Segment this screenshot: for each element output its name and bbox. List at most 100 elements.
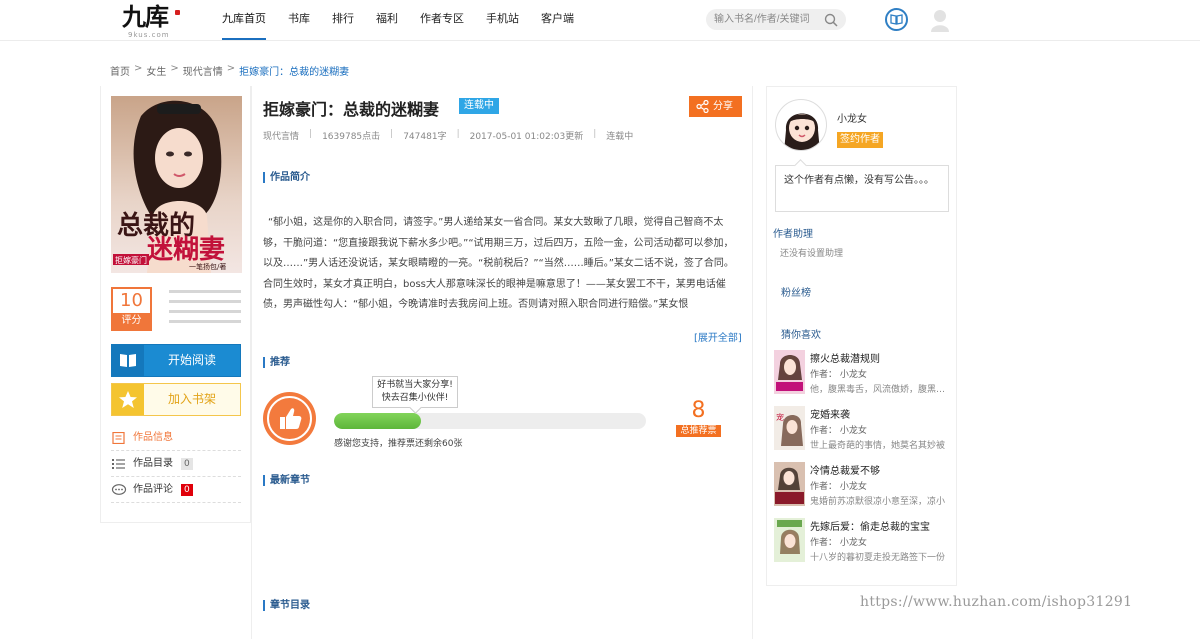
recommend-title[interactable]: 冷情总裁爱不够 [810,462,880,477]
recommend-vote-button[interactable] [263,392,316,445]
recommend-author: 作者： 小龙女 [810,482,867,492]
author-assistant-text: 还没有设置助理 [780,249,844,259]
thumbs-up-icon [280,408,302,429]
recommend-section-title: 推荐 [263,357,290,368]
user-avatar-icon[interactable] [930,8,950,32]
book-title: 拒嫁豪门：总裁的迷糊妻 [263,100,440,119]
recommend-desc: 十八岁的暮初夏走投无路签下一份 [810,553,946,563]
nav-welfare[interactable]: 福利 [376,0,398,40]
meta-separator: | [456,129,460,139]
list-icon [112,458,125,469]
list-item[interactable]: 冷情总裁爱不够 作者： 小龙女 鬼婚前苏凉默很凉小意至深，凉小 [774,462,954,518]
book-cover[interactable]: 总裁的 迷糊妻 拒嫁豪门 一笔扬包/著 [111,96,242,273]
author-portrait-icon [784,113,820,150]
recommend-title[interactable]: 宠婚来袭 [810,406,850,421]
meta-updated: 2017-05-01 01:02:03更新 [469,132,584,142]
recommend-desc: 世上最奇葩的事情，她莫名其妙被 [810,441,946,451]
add-to-shelf-label: 加入书架 [167,392,216,406]
fans-ranking-link[interactable]: 粉丝榜 [781,284,811,299]
book-icon [112,345,144,376]
top-header: 九库 9kus.com 九库首页 书库 排行 福利 作者专区 手机站 客户端 [0,0,1200,41]
recommend-author: 作者： 小龙女 [810,370,867,380]
nav-mobile[interactable]: 手机站 [486,0,519,40]
book-thumbnail [774,462,805,506]
menu-book-info-label: 作品信息 [133,431,173,443]
breadcrumb-separator: > [226,63,236,74]
search-icon[interactable] [824,13,838,27]
recommend-progress-bar [334,413,646,429]
recommend-tooltip: 好书就当大家分享! 快去召集小伙伴! [372,376,458,408]
recommend-desc: 他，腹黑毒舌，风流傲娇，腹黑十足 [810,385,950,395]
book-menu: 作品信息 作品目录 0 作品评论 0 [111,425,241,503]
signed-author-badge: 签约作者 [837,132,883,148]
toc-count-badge: 0 [181,457,193,470]
status-badge: 连载中 [459,98,499,114]
main-nav: 九库首页 书库 排行 福利 作者专区 手机站 客户端 [222,0,596,40]
recommend-count: 8 [691,398,706,423]
logo-text: 九库 [122,2,169,31]
breadcrumb-separator: > [134,63,143,74]
author-assistant-title: 作者助理 [773,229,813,240]
intro-section-title: 作品简介 [263,172,310,183]
author-sidebar: 小龙女 签约作者 这个作者有点懒，没有写公告。。。 作者助理 还没有设置助理 粉… [766,86,957,586]
breadcrumb-female[interactable]: 女生 [146,63,166,78]
book-thumbnail: 宠 [774,406,805,450]
tooltip-line-2: 快去召集小伙伴! [381,393,449,403]
breadcrumb-separator: > [170,63,179,74]
author-name: 小龙女 [837,114,867,125]
book-intro-text: “郁小姐，这是你的入职合同，请签字。”男人递给某女一省合同。某女大致瞅了几眼，觉… [263,217,734,310]
recommend-book-list: 擦火总裁潜规则 作者： 小龙女 他，腹黑毒舌，风流傲娇，腹黑十足 宠 宠婚来袭 … [774,350,954,574]
nav-client[interactable]: 客户端 [541,0,574,40]
guess-you-like-title: 猜你喜欢 [781,330,821,341]
meta-separator: | [309,129,313,139]
document-icon [112,431,125,444]
menu-book-toc-label: 作品目录 [133,457,173,469]
comment-icon [111,483,127,495]
recommend-author: 作者： 小龙女 [810,538,867,548]
rating-bars [169,290,241,330]
breadcrumb-current[interactable]: 拒嫁豪门：总裁的迷糊妻 [239,63,349,78]
add-to-shelf-button[interactable]: 加入书架 [111,383,241,416]
svg-text:宠: 宠 [776,412,784,422]
list-item[interactable]: 先嫁后爱：偷走总裁的宝宝 作者： 小龙女 十八岁的暮初夏走投无路签下一份 [774,518,954,574]
search-box [706,9,846,30]
recommend-desc: 鬼婚前苏凉默很凉小意至深，凉小 [810,497,946,507]
search-input[interactable] [706,9,816,30]
menu-book-comments[interactable]: 作品评论 0 [111,477,241,503]
book-main: 拒嫁豪门：总裁的迷糊妻 连载中 分享 现代言情 | 1639785点击 | 74… [251,86,753,639]
recommend-progress-fill [334,413,422,429]
rating-label: 评分 [113,313,150,329]
bookshelf-icon[interactable] [885,8,908,31]
expand-intro-link[interactable]: [展开全部] [694,329,742,344]
author-avatar[interactable] [775,99,827,151]
recommend-title[interactable]: 先嫁后爱：偷走总裁的宝宝 [810,518,930,533]
menu-book-comments-label: 作品评论 [133,483,173,495]
tooltip-line-1: 好书就当大家分享! [377,380,453,390]
meta-clicks: 1639785点击 [322,132,381,142]
nav-author-zone[interactable]: 作者专区 [420,0,464,40]
breadcrumb: 首页 > 女生 > 现代言情 > 拒嫁豪门：总裁的迷糊妻 [110,63,353,78]
breadcrumb-category[interactable]: 现代言情 [183,63,223,78]
list-item[interactable]: 宠 宠婚来袭 作者： 小龙女 世上最奇葩的事情，她莫名其妙被 [774,406,954,462]
site-logo[interactable]: 九库 9kus.com [122,2,180,39]
menu-book-toc[interactable]: 作品目录 0 [111,451,241,477]
menu-book-info[interactable]: 作品信息 [111,425,241,451]
nav-library[interactable]: 书库 [288,0,310,40]
start-reading-button[interactable]: 开始阅读 [111,344,241,377]
breadcrumb-home[interactable]: 首页 [110,63,130,78]
cover-illustration: 总裁的 迷糊妻 拒嫁豪门 一笔扬包/著 [111,96,242,273]
toc-section-title: 章节目录 [263,600,310,611]
share-button[interactable]: 分享 [689,96,742,117]
meta-separator: | [593,129,597,139]
recommend-title[interactable]: 擦火总裁潜规则 [810,350,880,365]
recommend-author: 作者： 小龙女 [810,426,867,436]
share-label: 分享 [713,101,733,112]
nav-home[interactable]: 九库首页 [222,0,266,40]
meta-category: 现代言情 [263,132,300,142]
recommend-count-label: 总推荐票 [676,425,721,437]
meta-words: 747481字 [403,132,447,142]
svg-text:一笔扬包/著: 一笔扬包/著 [189,262,226,271]
rating-box: 10 评分 [111,287,152,331]
list-item[interactable]: 擦火总裁潜规则 作者： 小龙女 他，腹黑毒舌，风流傲娇，腹黑十足 [774,350,954,406]
nav-ranking[interactable]: 排行 [332,0,354,40]
